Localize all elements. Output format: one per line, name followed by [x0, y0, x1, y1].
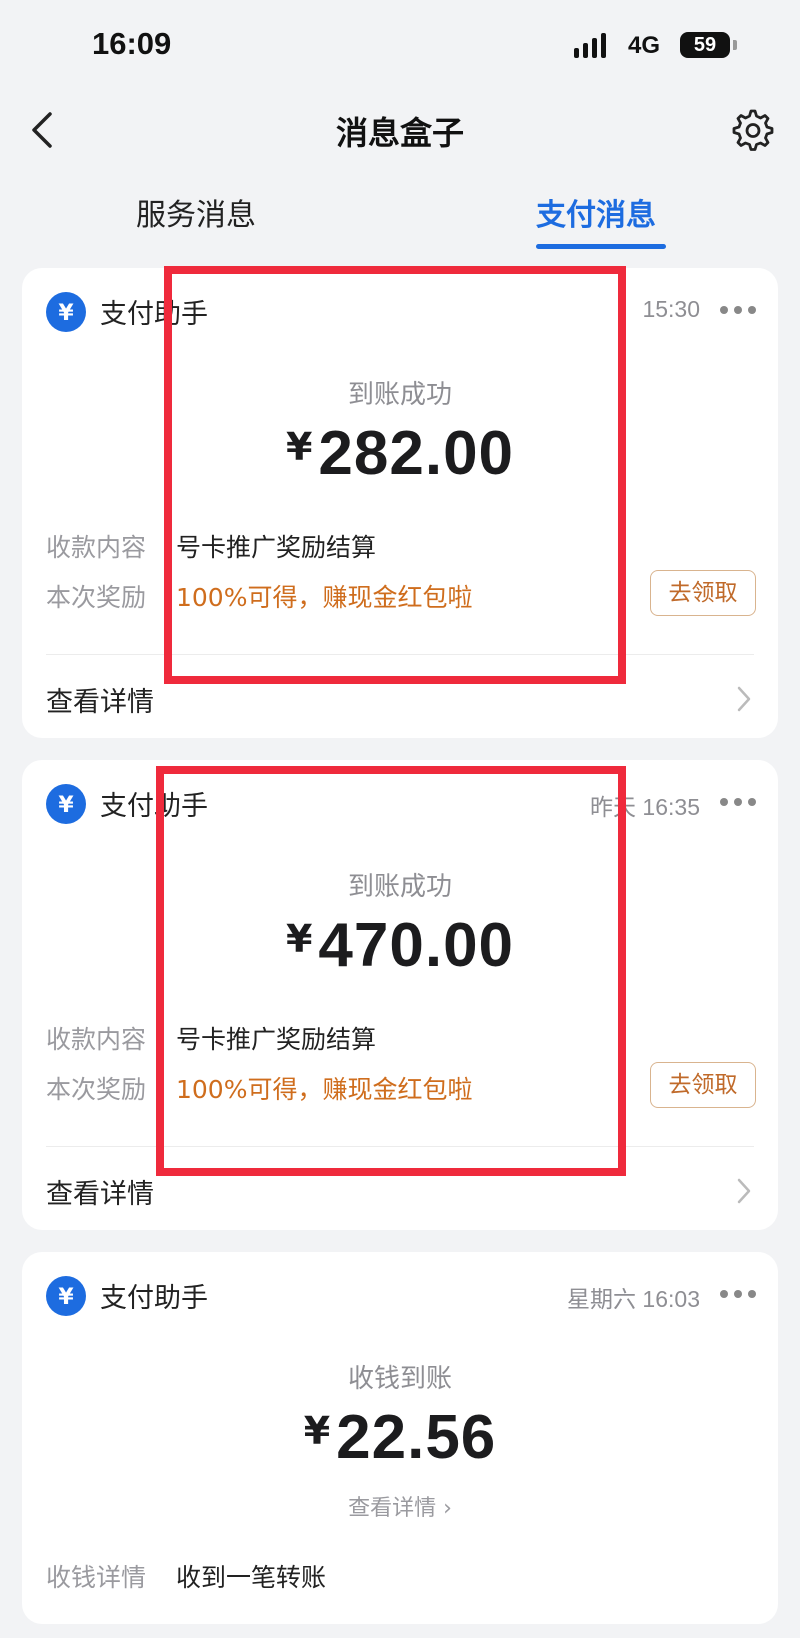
view-details-link[interactable]: 查看详情 — [46, 1172, 154, 1211]
payment-status: 到账成功 — [347, 872, 452, 902]
yuan-icon: ¥ — [46, 1276, 86, 1316]
svg-text:¥: ¥ — [58, 1285, 74, 1310]
amount-value: 282.00 — [318, 419, 515, 488]
chevron-right-icon — [737, 686, 751, 712]
reward-value: 100%可得，赚现金红包啦 — [176, 583, 473, 612]
card-divider — [46, 1146, 754, 1147]
sender-name: 支付助手 — [100, 299, 208, 330]
view-details-link[interactable]: 查看详情 › — [22, 1490, 778, 1522]
amount-row: ¥470.00 — [22, 910, 778, 981]
yuan-icon: ¥ — [46, 784, 86, 824]
message-tabs: 服务消息 支付消息 — [0, 178, 800, 250]
amount-row: ¥282.00 — [22, 418, 778, 489]
active-tab-indicator — [536, 244, 666, 249]
claim-reward-button[interactable]: 去领取 — [650, 570, 756, 616]
amount-row: ¥22.56 — [22, 1402, 778, 1473]
more-options-button[interactable] — [718, 1284, 758, 1304]
yuan-icon: ¥ — [46, 292, 86, 332]
amount-value: 22.56 — [336, 1403, 497, 1472]
message-time: 昨天 16:35 — [590, 794, 700, 820]
receipt-detail-value: 收到一笔转账 — [176, 1563, 327, 1592]
signal-strength-icon — [574, 32, 616, 60]
battery-level: 59 — [693, 34, 717, 56]
card-header: ¥ 支付助手 星期六 16:03 — [22, 1252, 778, 1338]
card-divider — [46, 654, 754, 655]
content-value: 号卡推广奖励结算 — [176, 1025, 377, 1054]
tab-payment-messages[interactable]: 支付消息 — [536, 190, 656, 234]
message-time: 15:30 — [642, 296, 700, 322]
view-details-link[interactable]: 查看详情 — [46, 680, 154, 719]
content-label: 收款内容 — [46, 1025, 147, 1054]
message-card[interactable]: ¥ 支付助手 昨天 16:35 到账成功 ¥470.00 收款内容 号卡推广奖励… — [22, 760, 778, 1230]
network-type: 4G — [628, 32, 661, 59]
payment-status: 收钱到账 — [347, 1364, 452, 1394]
nav-bar: 消息盒子 — [0, 92, 800, 168]
claim-reward-button[interactable]: 去领取 — [650, 1062, 756, 1108]
message-time: 星期六 16:03 — [567, 1286, 700, 1312]
more-options-button[interactable] — [718, 792, 758, 812]
status-time: 16:09 — [92, 26, 172, 61]
svg-text:¥: ¥ — [58, 793, 74, 818]
sender-name: 支付助手 — [100, 791, 208, 822]
reward-label: 本次奖励 — [46, 583, 147, 612]
tab-service-messages[interactable]: 服务消息 — [136, 190, 256, 234]
message-card[interactable]: ¥ 支付助手 星期六 16:03 收钱到账 ¥22.56 查看详情 › 收钱详情… — [22, 1252, 778, 1624]
svg-text:¥: ¥ — [58, 301, 74, 326]
status-bar: 16:09 4G 59 — [0, 0, 800, 92]
gear-icon — [732, 109, 774, 151]
reward-value: 100%可得，赚现金红包啦 — [176, 1075, 473, 1104]
chevron-right-icon — [737, 1178, 751, 1204]
settings-button[interactable] — [728, 106, 774, 152]
battery-cap — [733, 40, 737, 50]
page-title: 消息盒子 — [335, 114, 464, 152]
payment-status: 到账成功 — [347, 380, 452, 410]
currency-symbol: ¥ — [285, 425, 313, 469]
card-header: ¥ 支付助手 昨天 16:35 — [22, 760, 778, 846]
message-card[interactable]: ¥ 支付助手 15:30 到账成功 ¥282.00 收款内容 号卡推广奖励结算 … — [22, 268, 778, 738]
card-header: ¥ 支付助手 15:30 — [22, 268, 778, 354]
battery-icon: 59 — [680, 32, 730, 58]
currency-symbol: ¥ — [303, 1409, 331, 1453]
content-value: 号卡推广奖励结算 — [176, 533, 377, 562]
reward-label: 本次奖励 — [46, 1075, 147, 1104]
amount-value: 470.00 — [318, 911, 515, 980]
more-options-button[interactable] — [718, 300, 758, 320]
sender-name: 支付助手 — [100, 1283, 208, 1314]
receipt-detail-label: 收钱详情 — [46, 1563, 147, 1592]
content-label: 收款内容 — [46, 533, 147, 562]
currency-symbol: ¥ — [285, 917, 313, 961]
